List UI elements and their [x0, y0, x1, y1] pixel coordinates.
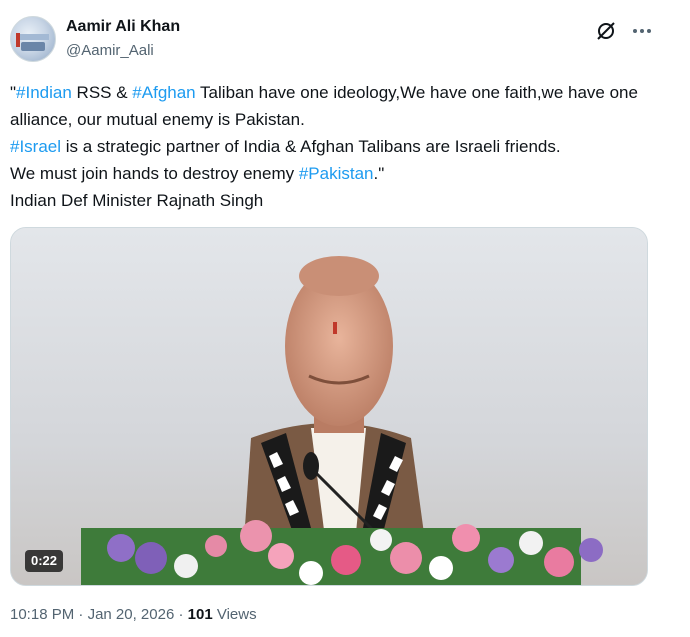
hashtag-indian[interactable]: #Indian [16, 83, 72, 102]
tweet-text: "#Indian RSS & #Afghan Taliban have one … [10, 79, 660, 214]
video-frame [11, 228, 647, 585]
tweet: Aamir Ali Khan @Aamir_Aali "#Indian RSS … [0, 0, 690, 637]
hashtag-afghan[interactable]: #Afghan [132, 83, 195, 102]
grok-icon[interactable] [595, 20, 617, 42]
more-dots-icon[interactable] [630, 20, 654, 42]
tweet-meta: 10:18 PM · Jan 20, 2026 · 101 Views [10, 606, 257, 623]
tweet-paragraph-4: Indian Def Minister Rajnath Singh [10, 191, 264, 210]
author-name[interactable]: Aamir Ali Khan [66, 18, 180, 36]
tweet-time[interactable]: 10:18 PM [10, 606, 74, 623]
hashtag-israel[interactable]: #Israel [10, 137, 61, 156]
video-duration-badge: 0:22 [25, 550, 64, 572]
hashtag-pakistan[interactable]: #Pakistan [299, 164, 374, 183]
video-player[interactable]: 0:22 [10, 227, 648, 586]
avatar[interactable] [10, 16, 56, 62]
tweet-date[interactable]: Jan 20, 2026 [88, 606, 175, 623]
tweet-paragraph-1: "#Indian RSS & #Afghan Taliban have one … [10, 83, 638, 129]
views-count: 101 [187, 606, 213, 623]
views-label: Views [212, 606, 257, 623]
tweet-paragraph-2: #Israel is a strategic partner of India … [10, 137, 561, 156]
tweet-header: Aamir Ali Khan @Aamir_Aali [10, 12, 670, 64]
tweet-paragraph-3: We must join hands to destroy enemy #Pak… [10, 164, 385, 183]
author-handle[interactable]: @Aamir_Aali [66, 42, 154, 59]
